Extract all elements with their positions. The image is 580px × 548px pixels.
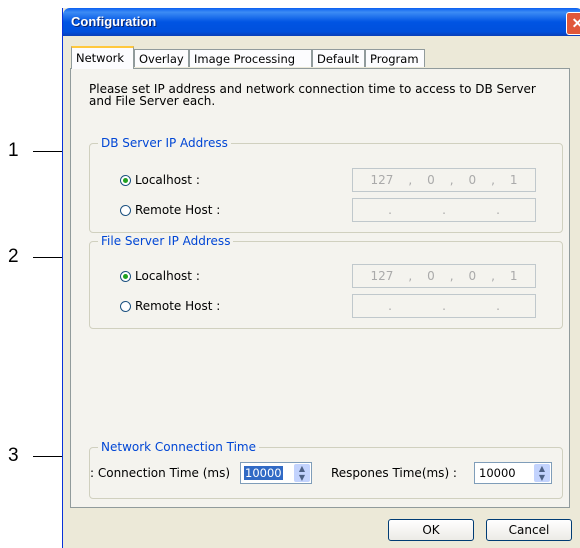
ip-dot: . [496,299,500,313]
radio-unselected-icon [120,300,131,312]
tab-network[interactable]: Network [71,46,134,69]
configuration-dialog: Configuration ✕ Network Overlay Image Pr… [62,8,580,548]
db-localhost-ip-field: 127, 0, 0, 1 [352,168,536,192]
file-server-group-title: File Server IP Address [98,234,234,248]
db-localhost-label: Localhost : [135,173,200,187]
window-title: Configuration [71,14,157,29]
file-localhost-radio[interactable]: Localhost : [120,268,200,284]
title-bar[interactable]: Configuration ✕ [63,8,580,36]
response-time-value: 10000 [479,466,516,480]
ip-octet: 127 [370,173,394,187]
file-remote-ip-field[interactable]: ... [352,294,536,318]
spin-arrows-icon[interactable]: ▲ ▼ [534,464,550,482]
ok-button[interactable]: OK [388,519,474,541]
response-time-stepper[interactable]: 10000 ▲ ▼ [474,462,552,484]
file-remote-label: Remote Host : [135,299,221,313]
ip-dot: , [491,173,495,187]
radio-unselected-icon [120,204,131,216]
ip-dot: . [442,299,446,313]
close-button[interactable]: ✕ [566,12,580,35]
ip-octet: 0 [468,173,477,187]
connection-time-stepper[interactable]: 10000 ▲ ▼ [240,462,312,484]
radio-selected-icon [120,174,131,186]
ip-octet: 0 [427,173,435,187]
ip-octet: 0 [427,269,435,283]
ip-dot: . [388,299,392,313]
file-server-group: File Server IP Address Localhost : Remot… [89,234,563,329]
ip-dot: . [388,203,392,217]
tab-image-processing[interactable]: Image Processing [189,49,312,67]
ip-octet: 0 [468,269,477,283]
description-text: Please set IP address and network connec… [89,82,536,108]
cancel-button[interactable]: Cancel [486,519,572,541]
network-tab-panel: Please set IP address and network connec… [70,68,570,508]
db-remote-ip-field[interactable]: ... [352,198,536,222]
ip-octet: 1 [509,173,518,187]
tab-overlay[interactable]: Overlay [134,49,189,67]
callout-2: 2 [8,246,19,267]
tab-program[interactable]: Program [365,49,425,67]
ip-dot: , [449,269,454,283]
ip-octet: 127 [370,269,394,283]
file-localhost-label: Localhost : [135,269,200,283]
radio-selected-icon [120,270,131,282]
connection-time-value: 10000 [244,466,283,480]
file-remote-radio[interactable]: Remote Host : [120,298,220,314]
db-localhost-radio[interactable]: Localhost : [120,172,200,188]
db-server-group-title: DB Server IP Address [98,136,231,150]
network-time-group: Network Connection Time Connection Time … [89,440,563,499]
ip-octet: 1 [509,269,518,283]
db-remote-radio[interactable]: Remote Host : [120,202,220,218]
ip-dot: , [449,173,454,187]
connection-time-label: Connection Time (ms) : [90,466,231,480]
ip-dot: , [408,269,413,283]
ip-dot: , [491,269,495,283]
ip-dot: . [496,203,500,217]
db-server-group: DB Server IP Address Localhost : Remote … [89,136,563,233]
ip-dot: . [442,203,446,217]
spin-arrows-icon[interactable]: ▲ ▼ [294,464,310,482]
network-time-group-title: Network Connection Time [98,440,259,454]
callout-1: 1 [8,140,19,161]
db-remote-label: Remote Host : [135,203,221,217]
ip-dot: , [408,173,413,187]
file-localhost-ip-field: 127, 0, 0, 1 [352,264,536,288]
tab-default[interactable]: Default [312,49,365,67]
callout-3: 3 [8,445,19,466]
response-time-label: Respones Time(ms) : [331,466,457,480]
